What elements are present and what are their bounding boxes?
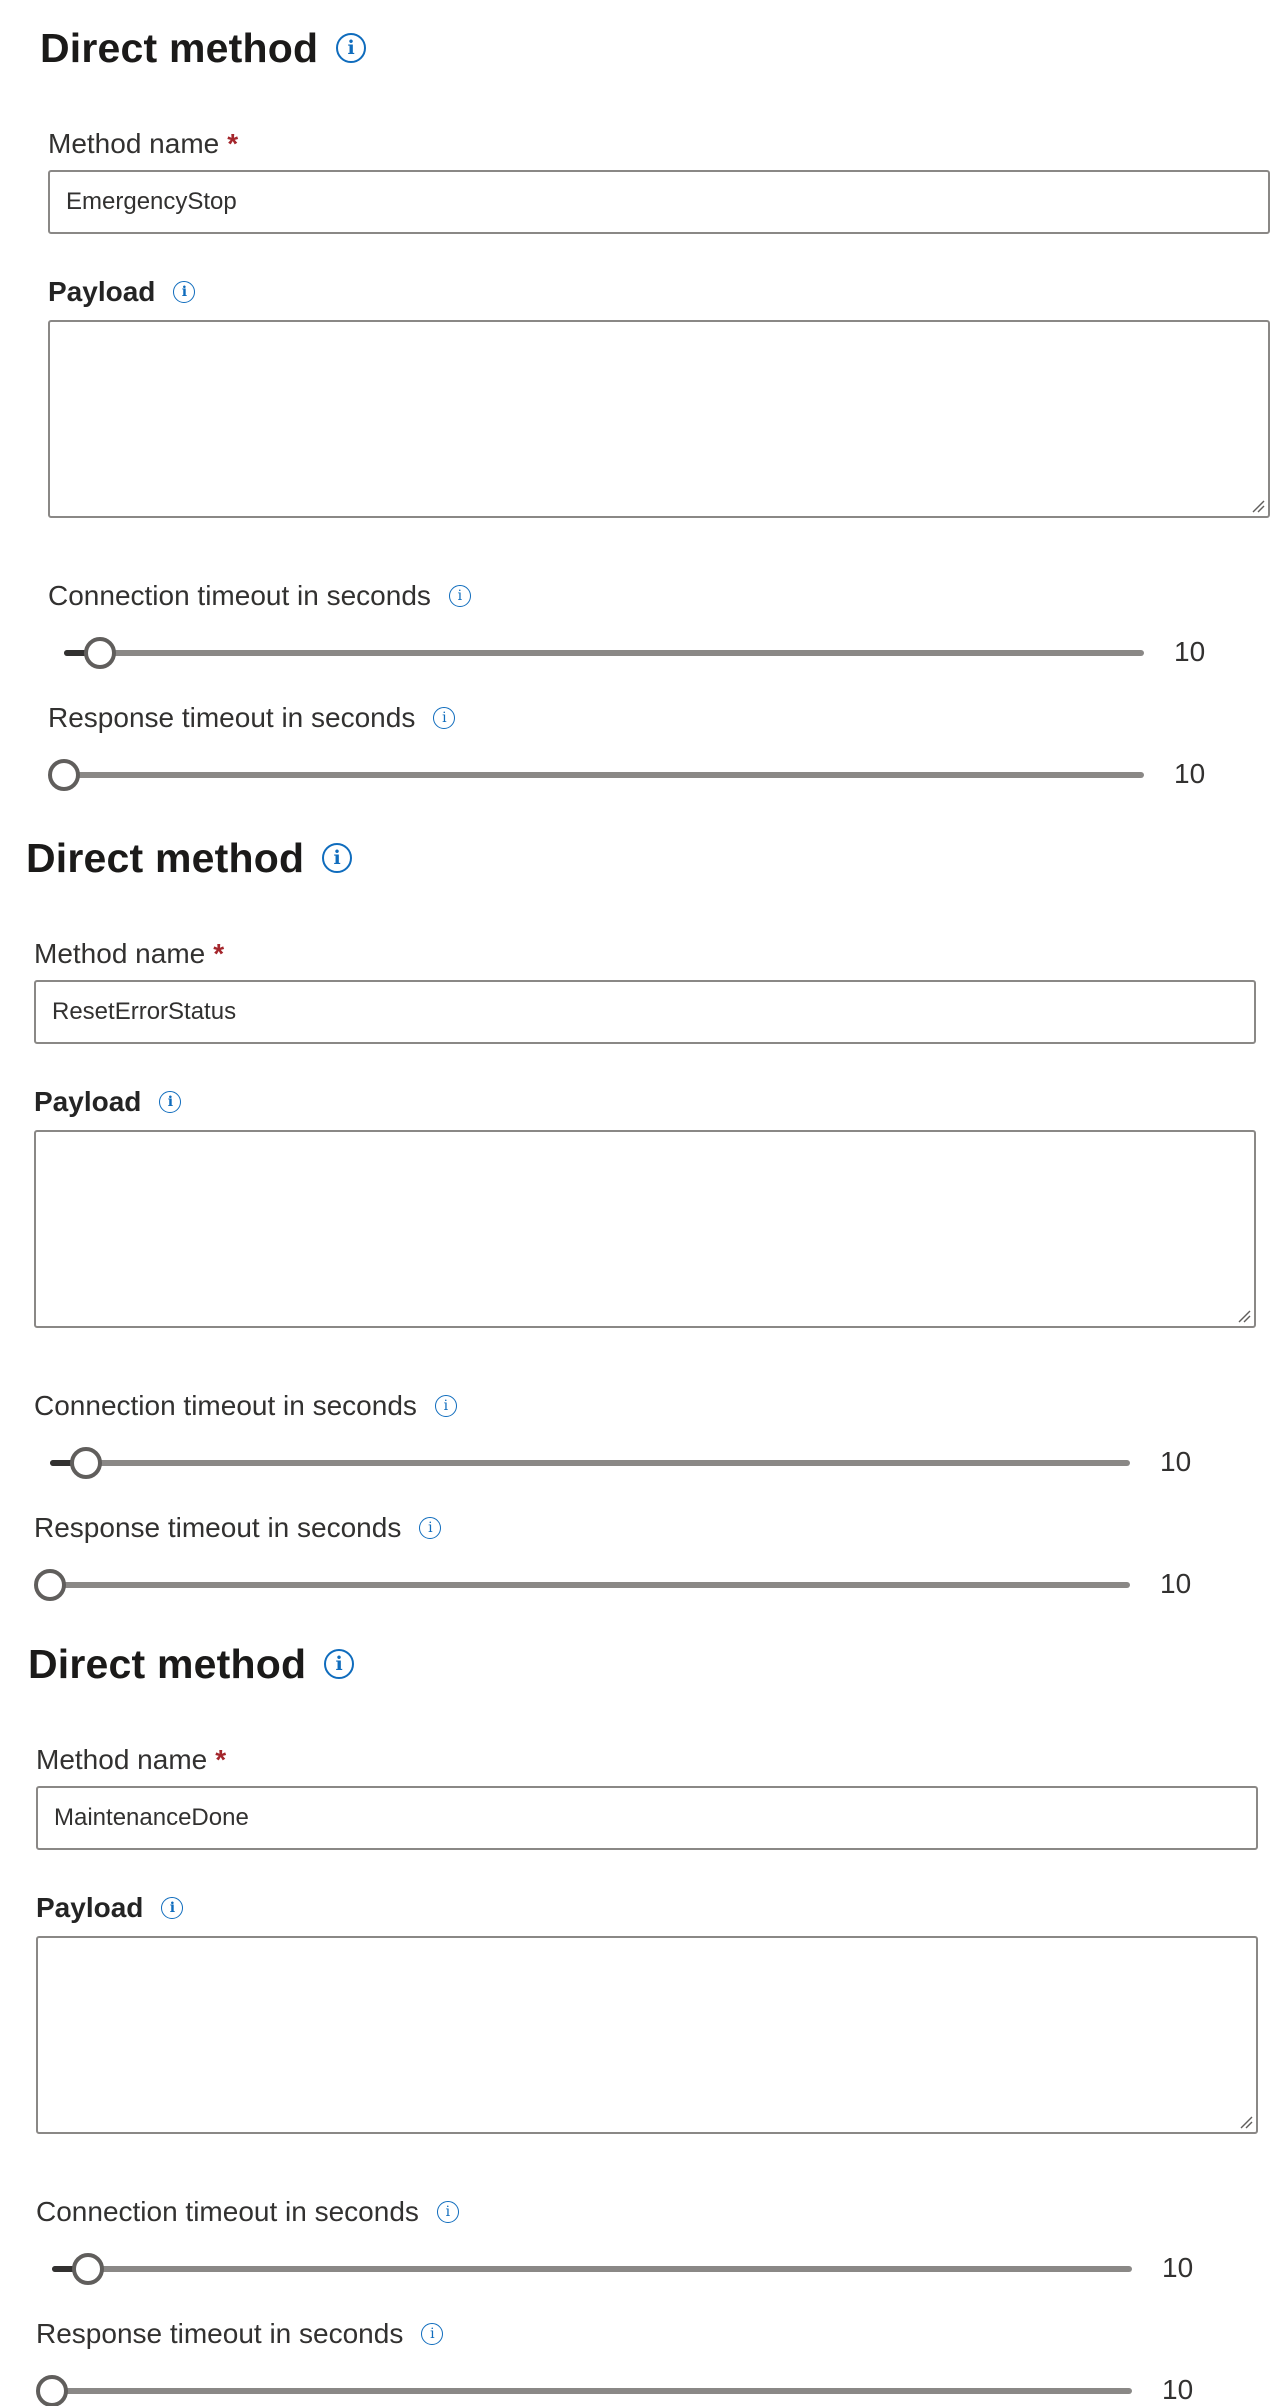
- payload-textarea[interactable]: [48, 320, 1270, 518]
- payload-label: Payload i: [36, 1890, 184, 1926]
- slider-thumb[interactable]: [34, 1569, 66, 1601]
- connection-timeout-value: 10: [1160, 1446, 1192, 1477]
- resize-grip-icon[interactable]: [1235, 1307, 1251, 1323]
- method-name-input[interactable]: MaintenanceDone: [36, 1786, 1258, 1850]
- response-timeout-label: Response timeout in seconds i: [34, 1510, 442, 1546]
- response-timeout-value: 10: [1160, 1568, 1192, 1599]
- connection-timeout-slider[interactable]: [50, 1443, 1130, 1483]
- slider-thumb[interactable]: [48, 759, 80, 791]
- method-name-label: Method name *: [48, 126, 238, 162]
- resize-grip-icon[interactable]: [1237, 2113, 1253, 2129]
- payload-label-text: Payload: [48, 276, 156, 307]
- slider-track[interactable]: [50, 1447, 1130, 1479]
- response-timeout-value: 10: [1162, 2374, 1194, 2405]
- section-title-text: Direct method: [26, 834, 305, 881]
- method-name-label-text: Method name: [36, 1744, 208, 1775]
- slider-thumb[interactable]: [70, 1447, 102, 1479]
- response-timeout-label: Response timeout in seconds i: [48, 700, 456, 736]
- response-timeout-slider[interactable]: [48, 755, 1144, 795]
- section-title-text: Direct method: [28, 1640, 307, 1687]
- slider-thumb[interactable]: [36, 2375, 68, 2406]
- method-name-input[interactable]: EmergencyStop: [48, 170, 1270, 234]
- response-timeout-label-text: Response timeout in seconds: [36, 2318, 404, 2349]
- info-icon[interactable]: i: [448, 585, 471, 607]
- payload-label-text: Payload: [34, 1086, 142, 1117]
- connection-timeout-slider[interactable]: [52, 2249, 1132, 2289]
- connection-timeout-label-text: Connection timeout in seconds: [34, 1390, 417, 1421]
- info-icon[interactable]: i: [434, 1395, 457, 1417]
- section-title: Direct method i: [26, 828, 353, 888]
- response-timeout-slider[interactable]: [36, 2371, 1132, 2406]
- payload-label: Payload i: [34, 1084, 182, 1120]
- direct-method-section-3: Direct method i Method name * Maintenanc…: [28, 1634, 1288, 2406]
- connection-timeout-label-text: Connection timeout in seconds: [48, 580, 431, 611]
- direct-method-section-1: Direct method i Method name * EmergencyS…: [40, 18, 1288, 818]
- connection-timeout-slider[interactable]: [64, 633, 1144, 673]
- connection-timeout-label-text: Connection timeout in seconds: [36, 2196, 419, 2227]
- method-name-label-text: Method name: [34, 938, 206, 969]
- slider-track[interactable]: [52, 2253, 1132, 2285]
- payload-textarea[interactable]: [34, 1130, 1256, 1328]
- required-asterisk: *: [227, 128, 239, 159]
- resize-grip-icon[interactable]: [1249, 497, 1265, 513]
- info-icon[interactable]: i: [161, 1897, 184, 1919]
- method-name-label: Method name *: [36, 1742, 226, 1778]
- required-asterisk: *: [213, 938, 225, 969]
- slider-track[interactable]: [34, 1569, 1130, 1601]
- info-icon[interactable]: i: [421, 2323, 444, 2345]
- section-title-text: Direct method: [40, 24, 319, 71]
- payload-label-text: Payload: [36, 1892, 144, 1923]
- response-timeout-value: 10: [1174, 758, 1206, 789]
- direct-method-section-2: Direct method i Method name * ResetError…: [26, 828, 1286, 1628]
- method-name-value: MaintenanceDone: [54, 1804, 249, 1831]
- info-icon[interactable]: i: [436, 2201, 459, 2223]
- info-icon[interactable]: i: [433, 707, 456, 729]
- method-name-label-text: Method name: [48, 128, 220, 159]
- connection-timeout-label: Connection timeout in seconds i: [36, 2194, 459, 2230]
- connection-timeout-label: Connection timeout in seconds i: [34, 1388, 457, 1424]
- info-icon[interactable]: i: [173, 281, 196, 303]
- method-name-label: Method name *: [34, 936, 224, 972]
- info-icon[interactable]: i: [322, 843, 353, 873]
- info-icon[interactable]: i: [324, 1649, 355, 1679]
- method-name-input[interactable]: ResetErrorStatus: [34, 980, 1256, 1044]
- response-timeout-label: Response timeout in seconds i: [36, 2316, 444, 2352]
- info-icon[interactable]: i: [159, 1091, 182, 1113]
- method-name-value: ResetErrorStatus: [52, 998, 237, 1025]
- method-name-value: EmergencyStop: [66, 188, 237, 215]
- slider-track[interactable]: [48, 759, 1144, 791]
- info-icon[interactable]: i: [336, 33, 367, 63]
- section-title: Direct method i: [40, 18, 367, 78]
- payload-label: Payload i: [48, 274, 196, 310]
- required-asterisk: *: [215, 1744, 227, 1775]
- section-title: Direct method i: [28, 1634, 355, 1694]
- slider-thumb[interactable]: [72, 2253, 104, 2285]
- slider-track[interactable]: [64, 637, 1144, 669]
- connection-timeout-value: 10: [1174, 636, 1206, 667]
- info-icon[interactable]: i: [419, 1517, 442, 1539]
- slider-thumb[interactable]: [84, 637, 116, 669]
- payload-textarea[interactable]: [36, 1936, 1258, 2134]
- response-timeout-label-text: Response timeout in seconds: [48, 702, 416, 733]
- response-timeout-label-text: Response timeout in seconds: [34, 1512, 402, 1543]
- connection-timeout-label: Connection timeout in seconds i: [48, 578, 471, 614]
- response-timeout-slider[interactable]: [34, 1565, 1130, 1605]
- slider-track[interactable]: [36, 2375, 1132, 2406]
- connection-timeout-value: 10: [1162, 2252, 1194, 2283]
